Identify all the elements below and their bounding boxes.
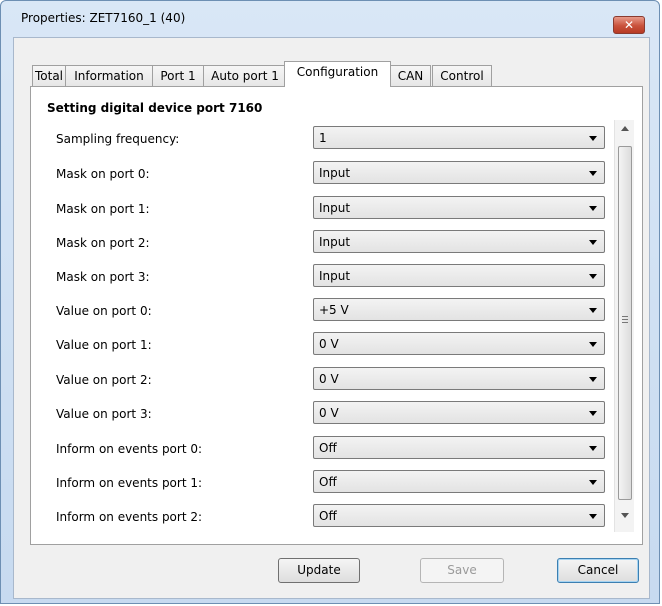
row-label-mask-port-2: Mask on port 2: <box>56 236 150 250</box>
tab-configuration[interactable]: Configuration <box>284 61 391 87</box>
select-value: 1 <box>319 131 327 145</box>
row-label-sampling-frequency: Sampling frequency: <box>56 132 180 146</box>
tab-port-1[interactable]: Port 1 <box>152 65 204 86</box>
section-heading: Setting digital device port 7160 <box>47 101 263 115</box>
row-label-value-port-1: Value on port 1: <box>56 338 152 352</box>
row-label-mask-port-3: Mask on port 3: <box>56 270 150 284</box>
value-port-2-select[interactable]: 0 V <box>313 367 605 390</box>
row-label-value-port-3: Value on port 3: <box>56 407 152 421</box>
tab-information[interactable]: Information <box>65 65 153 86</box>
mask-port-2-select[interactable]: Input <box>313 230 605 253</box>
events-port-0-select[interactable]: Off <box>313 436 605 459</box>
select-value: Input <box>319 269 351 283</box>
tab-label: Information <box>74 69 144 83</box>
chevron-down-icon <box>589 480 597 485</box>
chevron-down-icon <box>589 171 597 176</box>
value-port-3-select[interactable]: 0 V <box>313 401 605 424</box>
select-value: 0 V <box>319 372 339 386</box>
vertical-scrollbar[interactable] <box>614 120 634 532</box>
close-button[interactable]: ✕ <box>613 16 645 34</box>
tab-auto-port-1[interactable]: Auto port 1 <box>203 65 287 86</box>
select-value: +5 V <box>319 303 349 317</box>
tab-label: CAN <box>397 69 424 83</box>
scrollbar-thumb[interactable] <box>618 146 632 500</box>
row-label-mask-port-0: Mask on port 0: <box>56 167 150 181</box>
chevron-down-icon <box>589 446 597 451</box>
select-value: 0 V <box>319 337 339 351</box>
tab-label: Control <box>440 69 484 83</box>
select-value: Input <box>319 166 351 180</box>
row-label-events-port-1: Inform on events port 1: <box>56 476 203 490</box>
tab-can[interactable]: CAN <box>390 65 431 86</box>
chevron-down-icon <box>589 136 597 141</box>
chevron-down-icon <box>589 308 597 313</box>
chevron-down-icon <box>589 411 597 416</box>
tab-total[interactable]: Total <box>32 65 66 86</box>
mask-port-3-select[interactable]: Input <box>313 264 605 287</box>
mask-port-1-select[interactable]: Input <box>313 196 605 219</box>
chevron-down-icon <box>589 274 597 279</box>
tab-label: Configuration <box>296 65 379 79</box>
chevron-down-icon <box>589 514 597 519</box>
chevron-down-icon <box>589 240 597 245</box>
value-port-1-select[interactable]: 0 V <box>313 332 605 355</box>
scroll-up-arrow-icon[interactable] <box>621 126 629 131</box>
sampling-frequency-select[interactable]: 1 <box>313 126 605 149</box>
tab-label: Auto port 1 <box>211 69 279 83</box>
row-label-events-port-0: Inform on events port 0: <box>56 442 203 456</box>
row-label-value-port-0: Value on port 0: <box>56 304 152 318</box>
value-port-0-select[interactable]: +5 V <box>313 298 605 321</box>
events-port-1-select[interactable]: Off <box>313 470 605 493</box>
update-button[interactable]: Update <box>278 558 360 583</box>
select-value: Off <box>319 441 337 455</box>
scroll-down-arrow-icon[interactable] <box>621 513 629 518</box>
row-label-mask-port-1: Mask on port 1: <box>56 202 150 216</box>
grip-icon <box>622 316 628 317</box>
select-value: Off <box>319 475 337 489</box>
chevron-down-icon <box>589 377 597 382</box>
events-port-2-select[interactable]: Off <box>313 504 605 527</box>
chevron-down-icon <box>589 206 597 211</box>
save-button[interactable]: Save <box>420 558 504 583</box>
tab-label: Total <box>34 69 64 83</box>
row-label-value-port-2: Value on port 2: <box>56 373 152 387</box>
tab-label: Port 1 <box>160 69 196 83</box>
select-value: Off <box>319 509 337 523</box>
select-value: 0 V <box>319 406 339 420</box>
cancel-button[interactable]: Cancel <box>557 558 639 583</box>
select-value: Input <box>319 201 351 215</box>
mask-port-0-select[interactable]: Input <box>313 161 605 184</box>
close-icon: ✕ <box>623 18 635 32</box>
title-bar[interactable]: Properties: ZET7160_1 (40) ✕ <box>1 1 659 39</box>
window-title: Properties: ZET7160_1 (40) <box>21 11 186 25</box>
select-value: Input <box>319 235 351 249</box>
row-label-events-port-2: Inform on events port 2: <box>56 510 203 524</box>
tab-control[interactable]: Control <box>432 65 492 86</box>
chevron-down-icon <box>589 342 597 347</box>
